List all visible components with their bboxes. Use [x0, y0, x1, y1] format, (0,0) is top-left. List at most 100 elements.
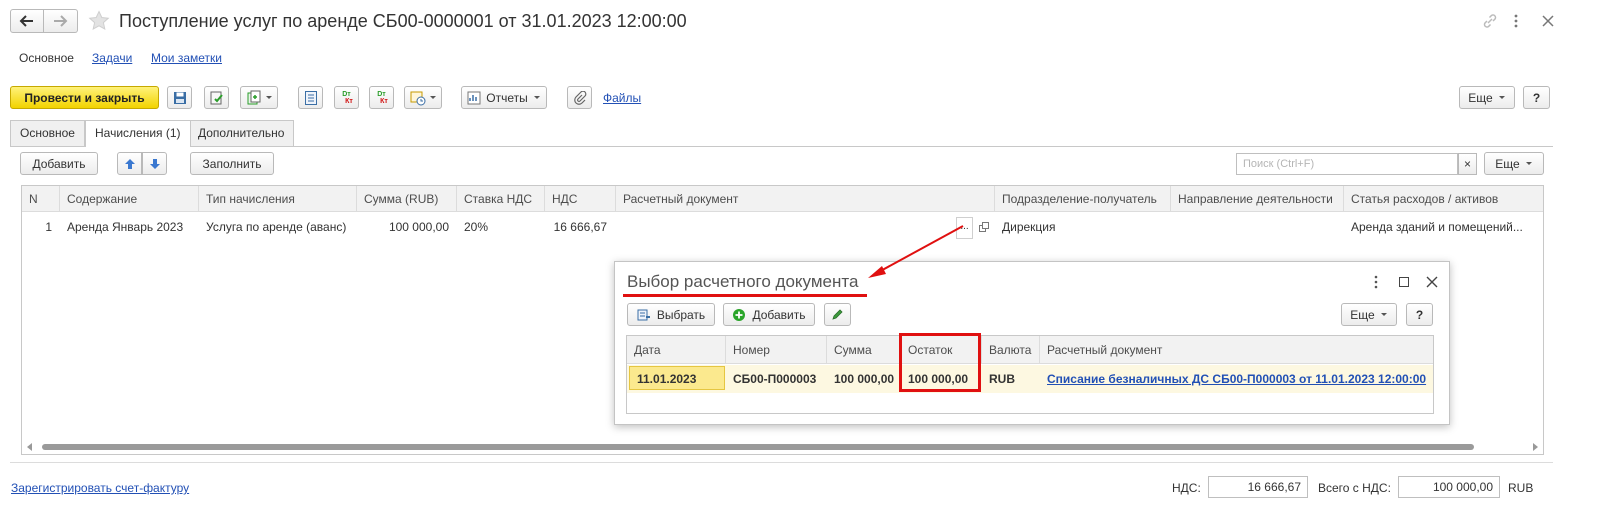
- more-button[interactable]: Еще: [1459, 86, 1515, 109]
- documents-table: Дата Номер Сумма Остаток Валюта Расчетны…: [626, 335, 1434, 414]
- header-charge-type[interactable]: Тип начисления: [199, 186, 357, 212]
- fill-button[interactable]: Заполнить: [190, 152, 274, 175]
- related-documents-button[interactable]: [404, 86, 442, 109]
- cell-settlement-document-link[interactable]: Списание безналичных ДС СБ00-П000003 от …: [1040, 365, 1433, 393]
- balance-highlight-box: [899, 333, 981, 392]
- tab-charges[interactable]: Начисления (1): [85, 120, 191, 147]
- vat-label: НДС:: [1172, 481, 1201, 495]
- tab-main[interactable]: Основное: [10, 120, 85, 146]
- dt-kt-icon: Dт Кт: [342, 90, 353, 105]
- header-currency[interactable]: Валюта: [982, 336, 1040, 364]
- header-vat-rate[interactable]: Ставка НДС: [457, 186, 545, 212]
- dt-kt-report-button[interactable]: Dт Кт: [369, 86, 394, 109]
- reports-button[interactable]: Отчеты: [461, 86, 547, 109]
- reports-icon: [467, 91, 481, 104]
- cell-department: Дирекция: [1002, 220, 1056, 234]
- dialog-help-button[interactable]: ?: [1406, 303, 1433, 326]
- nav-tab-main[interactable]: Основное: [19, 51, 74, 65]
- files-link[interactable]: Файлы: [603, 91, 641, 105]
- header-amount[interactable]: Сумма (RUB): [357, 186, 457, 212]
- total-with-vat-field: 100 000,00: [1398, 476, 1500, 498]
- close-icon[interactable]: [1426, 276, 1438, 288]
- arrow-right-icon: [54, 15, 68, 27]
- post-button[interactable]: [204, 86, 229, 109]
- horizontal-scrollbar[interactable]: [22, 440, 1543, 454]
- table-more-button[interactable]: Еще: [1484, 152, 1544, 175]
- vat-total-field: 16 666,67: [1208, 476, 1308, 498]
- dialog-title-underline: [623, 294, 867, 297]
- header-content[interactable]: Содержание: [60, 186, 199, 212]
- cell-currency: RUB: [989, 372, 1015, 386]
- edit-button[interactable]: [824, 303, 851, 326]
- move-down-button[interactable]: [142, 152, 167, 175]
- dialog-more-label: Еще: [1350, 307, 1375, 322]
- search-input[interactable]: Поиск (Ctrl+F): [1236, 153, 1458, 175]
- arrow-up-icon: [124, 158, 135, 169]
- header-dialog-settlement-document[interactable]: Расчетный документ: [1040, 336, 1433, 364]
- open-document-icon[interactable]: [979, 222, 989, 232]
- chevron-down-icon: [1525, 161, 1532, 165]
- pencil-icon: [832, 309, 843, 320]
- save-icon: [173, 91, 186, 104]
- cell-n: 1: [45, 220, 52, 234]
- maximize-icon[interactable]: [1399, 277, 1409, 287]
- header-vat[interactable]: НДС: [545, 186, 616, 212]
- favorite-star-icon[interactable]: [88, 10, 110, 32]
- dt-kt-report-icon: Dт Кт: [377, 90, 388, 105]
- table-more-label: Еще: [1495, 156, 1520, 171]
- dialog-more-button[interactable]: Еще: [1341, 303, 1397, 326]
- plus-circle-icon: [733, 308, 746, 321]
- chevron-down-icon: [533, 95, 540, 99]
- more-menu-icon[interactable]: [1512, 13, 1520, 29]
- nav-tab-notes[interactable]: Мои заметки: [151, 51, 222, 65]
- paperclip-icon: [573, 90, 586, 105]
- header-activity-direction[interactable]: Направление деятельности: [1171, 186, 1344, 212]
- cell-content: Аренда Январь 2023: [67, 220, 184, 234]
- move-up-button[interactable]: [117, 152, 142, 175]
- table-header: N Содержание Тип начисления Сумма (RUB) …: [22, 186, 1543, 212]
- nav-tab-tasks[interactable]: Задачи: [92, 51, 132, 65]
- link-icon[interactable]: [1482, 13, 1498, 29]
- scrollbar-thumb[interactable]: [42, 444, 1474, 450]
- header-n[interactable]: N: [22, 186, 60, 212]
- back-button[interactable]: [10, 9, 44, 33]
- forward-button[interactable]: [44, 9, 78, 33]
- more-menu-icon[interactable]: [1373, 275, 1379, 289]
- cell-vat: 16 666,67: [553, 220, 607, 234]
- arrow-left-icon: [19, 15, 33, 27]
- chevron-down-icon: [429, 95, 436, 99]
- scroll-left-icon[interactable]: [27, 443, 33, 451]
- tabs-baseline: [10, 146, 1553, 147]
- header-date[interactable]: Дата: [627, 336, 726, 364]
- scroll-right-icon[interactable]: [1532, 443, 1538, 451]
- clear-search-button[interactable]: ×: [1458, 153, 1477, 175]
- add-row-button[interactable]: Добавить: [20, 152, 98, 175]
- header-expense-item[interactable]: Статья расходов / активов: [1344, 186, 1543, 212]
- currency-label: RUB: [1508, 481, 1534, 495]
- save-button[interactable]: [167, 86, 192, 109]
- document-list-button[interactable]: [298, 86, 323, 109]
- select-label: Выбрать: [656, 307, 706, 322]
- header-sum[interactable]: Сумма: [827, 336, 901, 364]
- dt-kt-button[interactable]: Dт Кт: [334, 86, 359, 109]
- cell-sum: 100 000,00: [834, 372, 895, 386]
- close-icon[interactable]: [1540, 13, 1556, 29]
- post-and-close-button[interactable]: Провести и закрыть: [10, 86, 159, 109]
- register-invoice-link[interactable]: Зарегистрировать счет-фактуру: [11, 481, 189, 495]
- header-number[interactable]: Номер: [726, 336, 827, 364]
- cell-date[interactable]: 11.01.2023: [629, 366, 725, 390]
- select-document-dialog: Выбор расчетного документа Выбрать Добав…: [614, 261, 1450, 425]
- table-row[interactable]: 11.01.2023 СБ00-П000003 100 000,00 100 0…: [627, 365, 1433, 393]
- create-based-on-button[interactable]: [240, 86, 278, 109]
- help-button[interactable]: ?: [1523, 86, 1550, 109]
- select-icon: [637, 309, 650, 320]
- tab-additional[interactable]: Дополнительно: [188, 120, 295, 146]
- create-based-on-icon: [247, 90, 260, 104]
- list-icon: [304, 90, 317, 105]
- cell-number: СБ00-П000003: [733, 372, 817, 386]
- attach-file-button[interactable]: [567, 86, 592, 109]
- select-button[interactable]: Выбрать: [627, 303, 715, 326]
- header-department[interactable]: Подразделение-получатель: [995, 186, 1171, 212]
- dialog-add-button[interactable]: Добавить: [723, 303, 815, 326]
- header-settlement-document[interactable]: Расчетный документ: [616, 186, 995, 212]
